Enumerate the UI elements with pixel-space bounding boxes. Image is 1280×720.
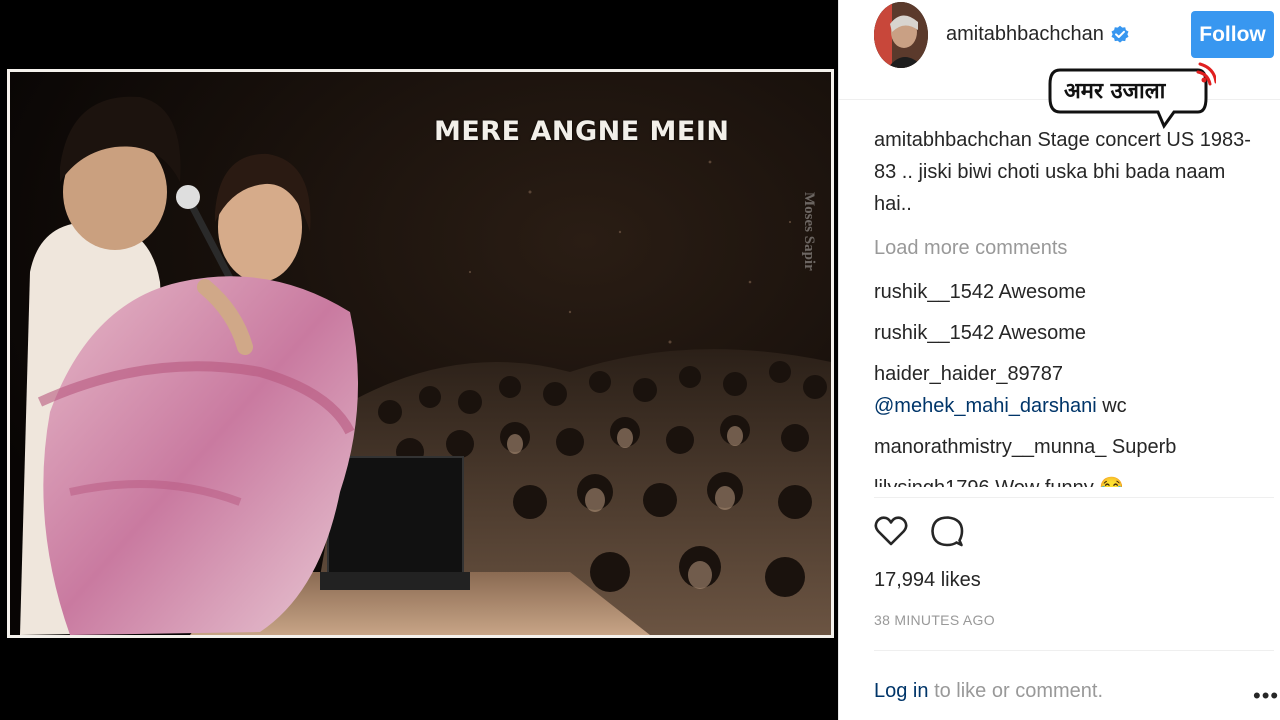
follow-button[interactable]: Follow (1191, 11, 1274, 58)
logo-text: अमर उजाला (1064, 79, 1166, 104)
comment-username[interactable]: rushik__1542 (874, 322, 994, 344)
comment-icon[interactable] (929, 513, 965, 549)
comment-text: Superb (1111, 436, 1177, 458)
avatar[interactable] (874, 2, 928, 68)
more-options-icon[interactable]: ••• (1253, 683, 1279, 709)
comment-item: rushik__1542 Awesome (874, 276, 1254, 308)
divider (874, 650, 1274, 651)
comment-mention-link[interactable]: @mehek_mahi_darshani (874, 395, 1097, 417)
comment-item: rushik__1542 Awesome (874, 317, 1254, 349)
comment-username[interactable]: haider_haider_89787 (874, 363, 1063, 385)
comment-item: haider_haider_89787 @mehek_mahi_darshani… (874, 358, 1254, 422)
likes-count[interactable]: 17,994 likes (874, 569, 981, 592)
comments-list: amitabhbachchan Stage concert US 1983-83… (874, 124, 1254, 513)
comments-scroll-cutoff (839, 487, 1280, 501)
post-photo[interactable]: MERE ANGNE MEIN Moses Sapir (10, 72, 831, 635)
verified-icon (1111, 25, 1129, 43)
amar-ujala-logo: अमर उजाला (1046, 60, 1218, 130)
caption-username[interactable]: amitabhbachchan (874, 129, 1032, 151)
post-timestamp: 38 MINUTES AGO (874, 612, 995, 628)
comment-text: Awesome (998, 322, 1086, 344)
login-prompt: Log in to like or comment. (874, 680, 1103, 703)
login-suffix: to like or comment. (934, 680, 1104, 702)
avatar-image (874, 2, 928, 68)
photo-frame: MERE ANGNE MEIN Moses Sapir (7, 69, 834, 638)
load-more-comments-link[interactable]: Load more comments (874, 232, 1254, 264)
post-caption: amitabhbachchan Stage concert US 1983-83… (874, 124, 1254, 220)
comment-username[interactable]: manorathmistry__munna_ (874, 436, 1106, 458)
photo-watermark: Moses Sapir (801, 192, 817, 271)
concert-photo-illustration (10, 72, 831, 635)
comment-username[interactable]: rushik__1542 (874, 281, 994, 303)
comment-text: wc (1102, 395, 1127, 417)
login-link[interactable]: Log in (874, 680, 929, 702)
comment-text: Awesome (998, 281, 1086, 303)
photo-caption: MERE ANGNE MEIN (434, 116, 730, 147)
post-media-panel: MERE ANGNE MEIN Moses Sapir (0, 0, 838, 720)
username[interactable]: amitabhbachchan (946, 23, 1104, 46)
divider (874, 497, 1274, 498)
heart-icon[interactable] (873, 513, 909, 549)
comment-item: manorathmistry__munna_ Superb (874, 431, 1254, 463)
